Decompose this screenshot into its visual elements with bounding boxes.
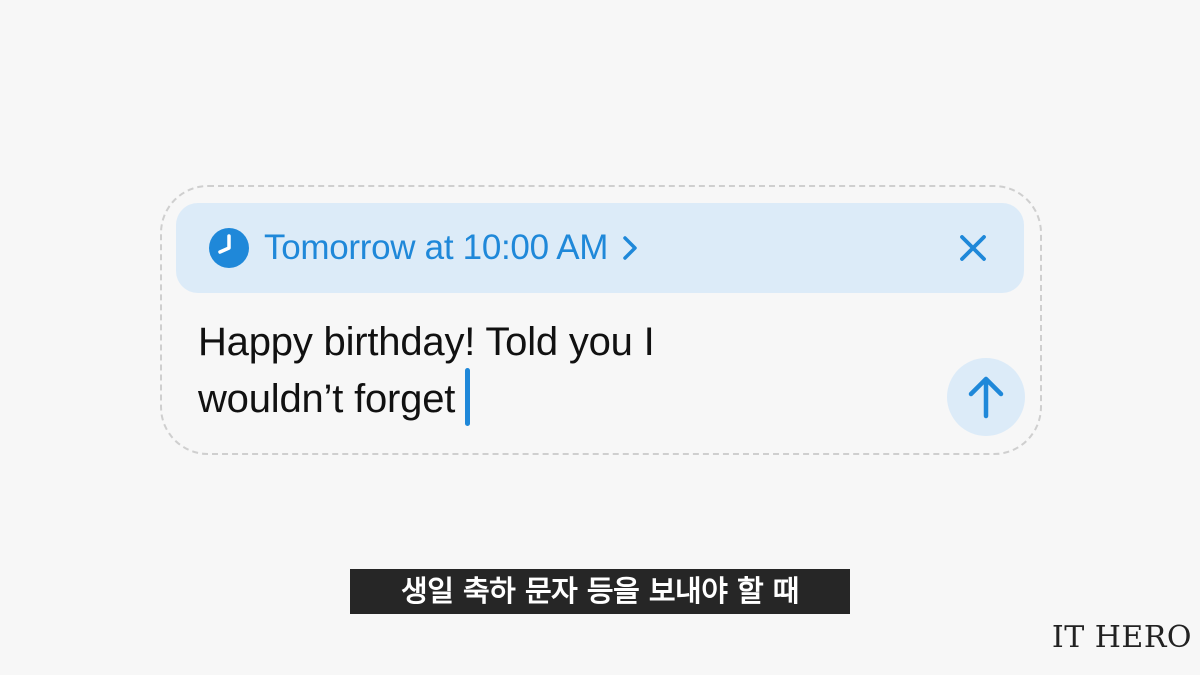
chevron-right-icon[interactable] bbox=[622, 234, 638, 262]
channel-watermark: IT HERO bbox=[1051, 620, 1192, 655]
message-line-2-text: wouldn’t forget bbox=[198, 377, 456, 421]
message-line-1: Happy birthday! Told you I bbox=[198, 320, 655, 364]
close-icon[interactable] bbox=[958, 233, 988, 263]
scheduled-time-label[interactable]: Tomorrow at 10:00 AM bbox=[264, 228, 608, 268]
video-subtitle: 생일 축하 문자 등을 보내야 할 때 bbox=[350, 569, 850, 614]
send-button[interactable] bbox=[947, 358, 1025, 436]
clock-icon bbox=[208, 227, 250, 269]
message-input[interactable]: Happy birthday! Told you I wouldn’t forg… bbox=[198, 316, 898, 426]
arrow-up-icon bbox=[966, 374, 1006, 420]
scheduled-send-bar[interactable]: Tomorrow at 10:00 AM bbox=[176, 203, 1024, 293]
text-cursor bbox=[465, 368, 471, 426]
message-line-2: wouldn’t forget bbox=[198, 368, 898, 426]
screen: Tomorrow at 10:00 AM Happy birthday! Tol… bbox=[0, 0, 1200, 675]
